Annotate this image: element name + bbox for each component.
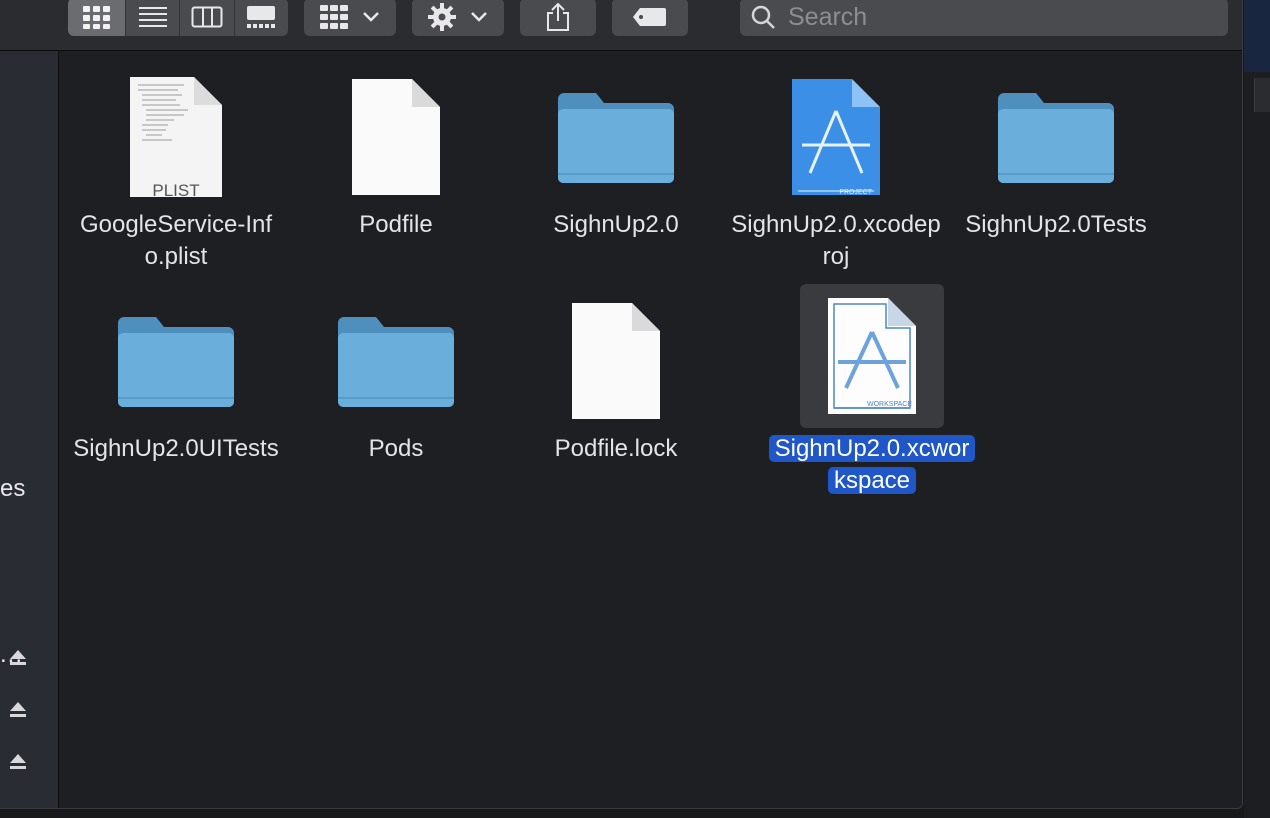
icon-view-button[interactable] bbox=[68, 0, 127, 36]
file-name: Podfile bbox=[359, 211, 433, 238]
eject-icon[interactable] bbox=[8, 751, 28, 771]
toolbar bbox=[0, 0, 1242, 51]
group-by-button[interactable] bbox=[304, 0, 396, 36]
gear-icon bbox=[428, 3, 456, 31]
folder-icon bbox=[118, 317, 234, 407]
xcworkspace-icon bbox=[828, 298, 916, 414]
file-name: GoogleService-Info.plist bbox=[79, 211, 273, 270]
view-mode-control bbox=[68, 0, 288, 36]
search-field[interactable] bbox=[740, 0, 1228, 36]
file-name: SighnUp2.0.xcworkspace bbox=[768, 435, 976, 494]
document-icon bbox=[572, 303, 660, 419]
search-input[interactable] bbox=[786, 1, 1210, 33]
file-item[interactable]: Podfile bbox=[286, 65, 506, 241]
file-badge: WORKSPACE bbox=[867, 401, 912, 408]
column-view-button[interactable] bbox=[180, 0, 235, 36]
folder-name: Pods bbox=[368, 435, 424, 462]
file-badge: PROJECT bbox=[839, 189, 872, 196]
file-grid: PLIST GoogleService-Info.plist Podfile S… bbox=[60, 51, 1242, 808]
folder-icon bbox=[998, 93, 1114, 183]
sidebar-item-label[interactable]: es bbox=[0, 475, 25, 503]
file-name: SighnUp2.0.xcodeproj bbox=[731, 211, 941, 270]
folder-icon bbox=[558, 93, 674, 183]
desktop-background bbox=[1244, 0, 1270, 72]
tags-button[interactable] bbox=[612, 0, 688, 36]
folder-item[interactable]: Pods bbox=[286, 289, 506, 465]
search-icon bbox=[751, 5, 775, 29]
folder-name: SighnUp2.0 bbox=[553, 211, 679, 238]
tag-icon bbox=[633, 8, 666, 26]
file-item-selected[interactable]: WORKSPACE SighnUp2.0.xcworkspace bbox=[762, 284, 982, 497]
column-view-icon bbox=[191, 6, 223, 28]
desktop-strip bbox=[1244, 0, 1270, 818]
list-view-icon bbox=[138, 7, 167, 27]
share-button[interactable] bbox=[520, 0, 596, 36]
sidebar: es ... bbox=[0, 51, 59, 808]
folder-item[interactable]: SighnUp2.0 bbox=[506, 65, 726, 241]
folder-icon bbox=[338, 317, 454, 407]
xcodeproj-icon bbox=[792, 79, 880, 195]
list-view-button[interactable] bbox=[126, 0, 181, 36]
file-item[interactable]: PROJECT SighnUp2.0.xcodeproj bbox=[726, 65, 946, 273]
background-window-edge bbox=[1254, 78, 1270, 112]
file-item[interactable]: Podfile.lock bbox=[506, 289, 726, 465]
file-name: Podfile.lock bbox=[554, 435, 678, 462]
folder-item[interactable]: SighnUp2.0Tests bbox=[946, 65, 1166, 241]
folder-name: SighnUp2.0UITests bbox=[73, 435, 279, 462]
action-menu-button[interactable] bbox=[412, 0, 504, 36]
group-grid-icon bbox=[320, 5, 348, 29]
chevron-down-icon bbox=[363, 12, 379, 22]
file-item[interactable]: PLIST GoogleService-Info.plist bbox=[66, 65, 286, 273]
folder-item[interactable]: SighnUp2.0UITests bbox=[66, 289, 286, 465]
icon-view-icon bbox=[82, 6, 110, 29]
folder-name: SighnUp2.0Tests bbox=[965, 211, 1147, 238]
document-icon bbox=[352, 79, 440, 195]
screen: es ... bbox=[0, 0, 1270, 818]
eject-icon[interactable] bbox=[8, 647, 28, 667]
eject-icon[interactable] bbox=[8, 699, 28, 719]
gallery-view-button[interactable] bbox=[235, 0, 288, 36]
chevron-down-icon bbox=[471, 12, 487, 22]
gallery-view-icon bbox=[247, 6, 276, 28]
share-icon bbox=[547, 2, 569, 31]
file-badge: PLIST bbox=[152, 181, 200, 200]
finder-window: es ... bbox=[0, 0, 1243, 809]
